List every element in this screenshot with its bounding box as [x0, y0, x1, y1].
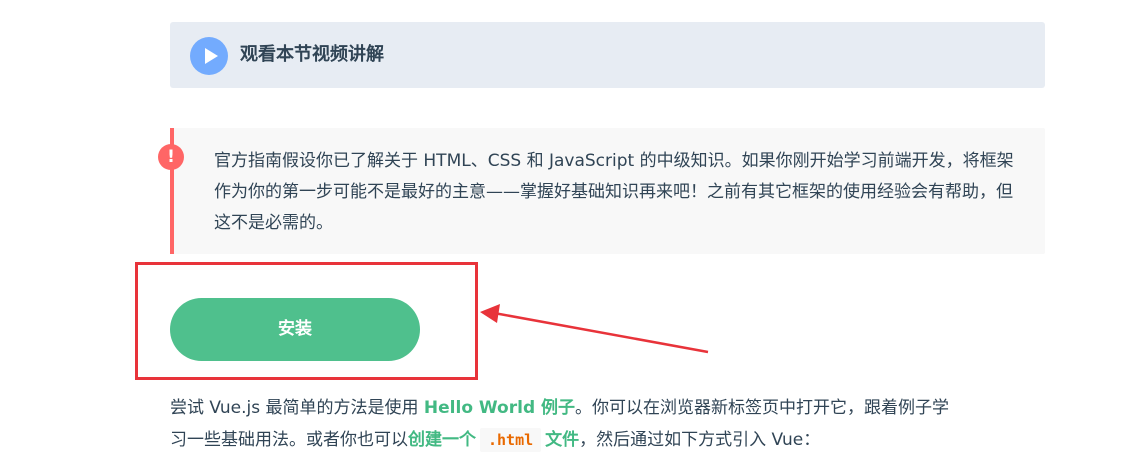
intro-text: 尝试 Vue.js 最简单的方法是使用: [170, 398, 424, 418]
intro-line-2: 习一些基础用法。或者你也可以创建一个 .html 文件，然后通过如下方式引入 Vue…: [170, 424, 1070, 456]
link-text: 创建一个: [408, 430, 476, 450]
intro-paragraph: 尝试 Vue.js 最简单的方法是使用 Hello World 例子。你可以在浏…: [170, 392, 1070, 456]
create-html-file-link[interactable]: 创建一个 .html 文件: [408, 428, 580, 452]
intro-line-1: 尝试 Vue.js 最简单的方法是使用 Hello World 例子。你可以在浏…: [170, 392, 1070, 424]
hello-world-link[interactable]: Hello World 例子: [424, 398, 575, 418]
link-text: 文件: [545, 430, 580, 450]
intro-text: ，然后通过如下方式引入 Vue：: [579, 430, 821, 450]
page: 观看本节视频讲解 ! 官方指南假设你已了解关于 HTML、CSS 和 JavaS…: [0, 0, 1139, 470]
intro-text: 。你可以在浏览器新标签页中打开它，跟着例子学: [575, 398, 950, 418]
html-code-tag: .html: [480, 428, 542, 452]
intro-text: 习一些基础用法。或者你也可以: [170, 430, 408, 450]
